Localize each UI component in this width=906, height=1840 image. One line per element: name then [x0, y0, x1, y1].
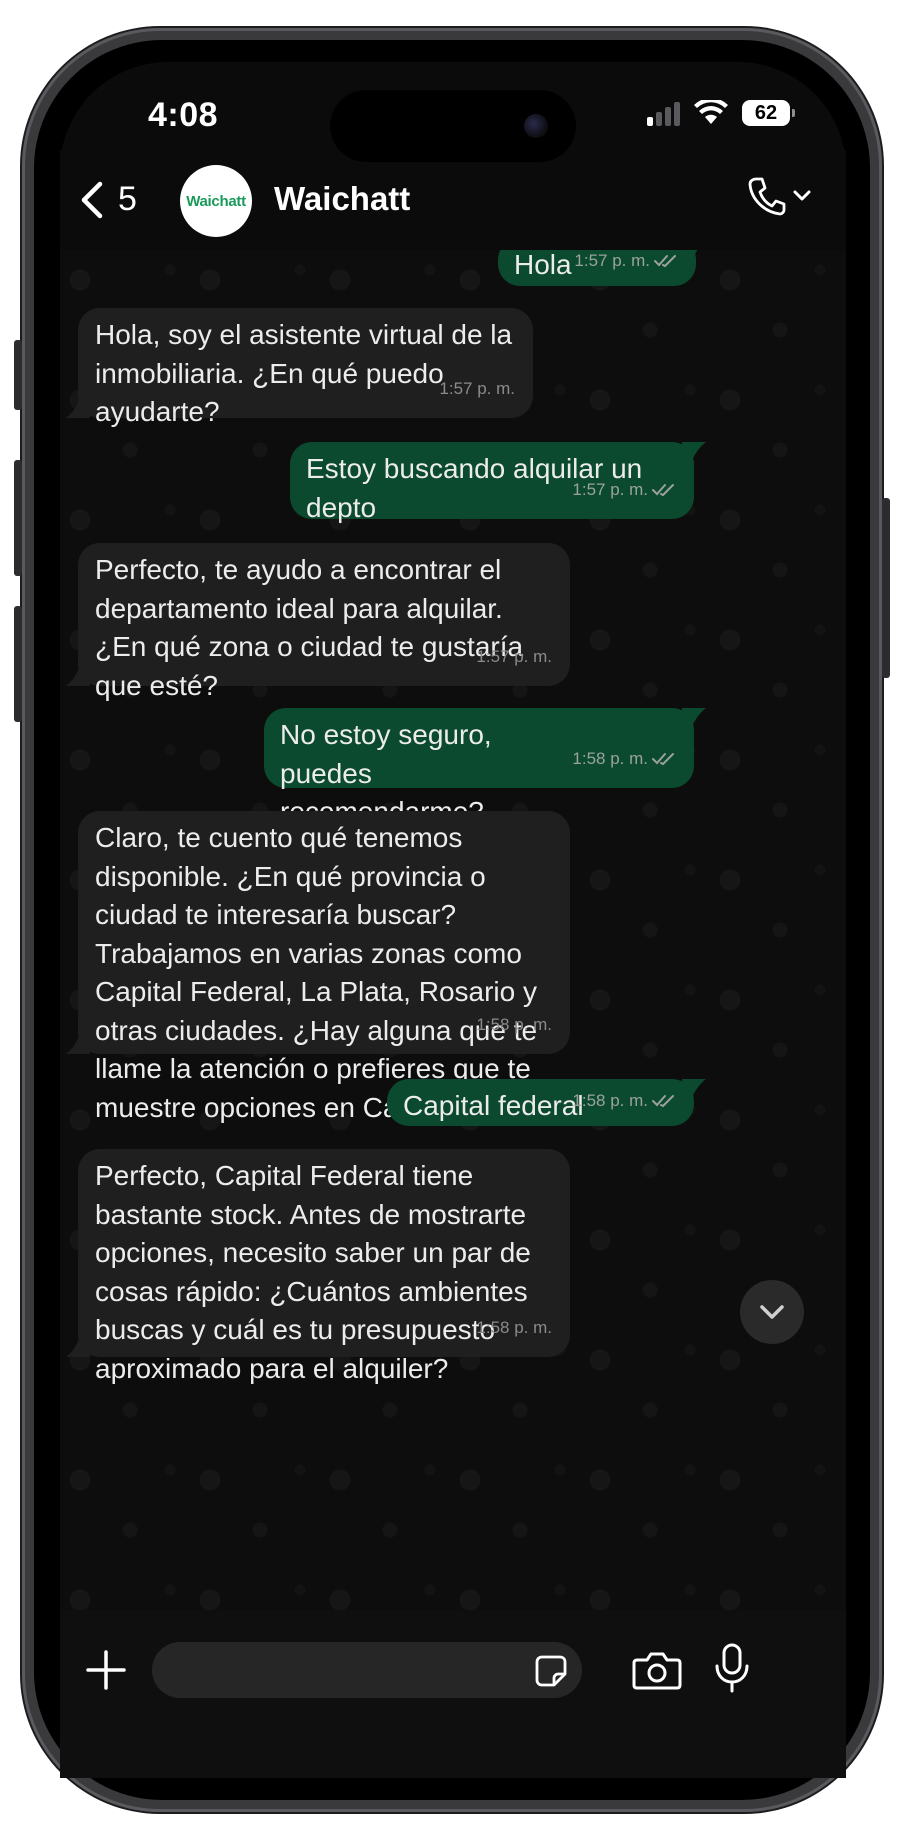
message-meta: 1:58 p. m. [572, 1082, 676, 1121]
scroll-to-bottom-button[interactable] [740, 1280, 804, 1344]
bubble-tail [682, 1079, 706, 1101]
status-time: 4:08 [148, 96, 219, 134]
signal-icon [647, 100, 680, 126]
bubble-tail [682, 442, 706, 464]
message-time: 1:58 p. m. [476, 1317, 552, 1337]
message-text: Perfecto, Capital Federal tiene bastante… [95, 1160, 539, 1384]
message-meta: 1:57 p. m. [572, 471, 676, 510]
double-check-icon [654, 254, 676, 267]
message-time: 1:57 p. m. [574, 250, 650, 270]
bubble-tail [66, 396, 90, 418]
unread-count[interactable]: 5 [118, 180, 137, 219]
chevron-down-icon [760, 1305, 784, 1319]
message-meta: 1:57 p. m. [574, 250, 678, 280]
incoming-message[interactable]: Claro, te cuento qué tenemos disponible.… [66, 811, 570, 1123]
plus-icon[interactable] [84, 1648, 128, 1692]
status-icons: 62 [647, 100, 795, 126]
message-meta: 1:58 p. m. [572, 740, 676, 779]
outgoing-message[interactable]: Capital federal 1:58 p. m. [387, 1079, 706, 1126]
chat-header: 5 Waichatt Waichatt [60, 150, 846, 250]
chevron-down-icon [793, 190, 811, 201]
phone-icon [748, 177, 786, 216]
volume-up-button [14, 460, 22, 576]
outgoing-message[interactable]: Estoy buscando alquilar un depto 1:57 p.… [290, 442, 706, 523]
outgoing-message[interactable]: No estoy seguro, puedes recomendarme? 1:… [264, 708, 706, 827]
battery-indicator: 62 [742, 100, 795, 126]
bubble-tail [66, 1335, 90, 1357]
message-input[interactable] [152, 1642, 582, 1698]
bubble-tail [66, 1032, 90, 1054]
volume-down-button [14, 606, 22, 722]
double-check-icon [652, 752, 674, 765]
camera-icon[interactable] [632, 1650, 682, 1690]
message-time: 1:58 p. m. [476, 1014, 552, 1034]
incoming-message[interactable]: Perfecto, te ayudo a encontrar el depart… [66, 543, 570, 701]
message-time: 1:58 p. m. [572, 1090, 648, 1110]
message-time: 1:57 p. m. [439, 378, 515, 398]
outgoing-message[interactable]: Hola 1:57 p. m. [498, 250, 698, 286]
composer-bar [60, 1610, 846, 1778]
message-text: Perfecto, te ayudo a encontrar el depart… [95, 554, 531, 701]
message-time: 1:57 p. m. [476, 646, 552, 666]
power-button [882, 498, 890, 678]
microphone-icon[interactable] [714, 1642, 750, 1694]
sticker-icon[interactable] [534, 1654, 568, 1688]
message-time: 1:57 p. m. [572, 479, 648, 499]
bubble-tail [684, 250, 698, 260]
front-camera-icon [524, 114, 548, 138]
message-time: 1:58 p. m. [572, 748, 648, 768]
double-check-icon [652, 1094, 674, 1107]
message-list[interactable]: Hola 1:57 p. m. Hola, soy el asistente v… [60, 250, 846, 1610]
bubble-tail [682, 708, 706, 730]
avatar[interactable]: Waichatt [180, 165, 252, 237]
call-button[interactable] [748, 176, 812, 216]
chevron-left-icon[interactable] [74, 180, 110, 220]
bubble-tail [66, 664, 90, 686]
incoming-message[interactable]: Perfecto, Capital Federal tiene bastante… [66, 1149, 570, 1384]
contact-name[interactable]: Waichatt [274, 180, 410, 218]
action-button [14, 340, 22, 410]
dynamic-island [330, 90, 576, 162]
double-check-icon [652, 483, 674, 496]
wifi-icon [694, 100, 728, 124]
incoming-message[interactable]: Hola, soy el asistente virtual de la inm… [66, 308, 533, 427]
